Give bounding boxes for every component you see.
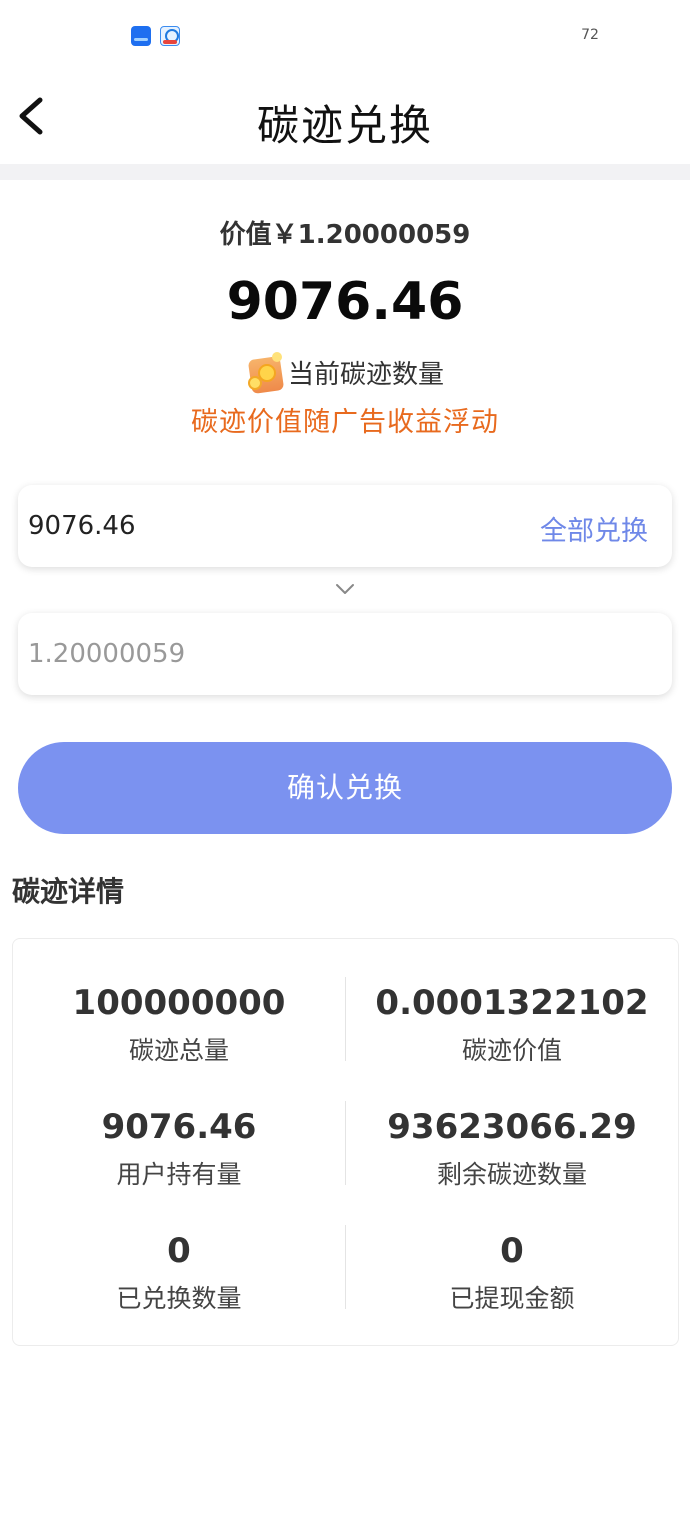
status-bar: 72 bbox=[0, 0, 690, 70]
stat-label: 已提现金额 bbox=[449, 1284, 575, 1313]
stat-exchanged: 0 已兑换数量 bbox=[13, 1231, 345, 1315]
carbon-amount: 9076.46 bbox=[226, 272, 464, 332]
stat-remaining: 93623066.29 剩余碳迹数量 bbox=[346, 1107, 678, 1191]
nav-bar: 碳迹兑换 bbox=[0, 70, 690, 164]
stat-label: 碳迹总量 bbox=[128, 1036, 229, 1065]
exchange-amount-card: 全部兑换 bbox=[18, 485, 672, 567]
exchange-result-field bbox=[28, 613, 508, 695]
stat-value: 0.0001322102 bbox=[375, 983, 649, 1023]
stat-total-supply: 100000000 碳迹总量 bbox=[13, 983, 345, 1067]
exchange-amount-input[interactable] bbox=[28, 485, 508, 567]
search-app-icon bbox=[160, 26, 180, 46]
stat-label: 碳迹价值 bbox=[461, 1036, 562, 1065]
section-divider bbox=[0, 164, 690, 180]
value-line: 价值￥1.20000059 bbox=[219, 220, 471, 250]
stat-value: 100000000 bbox=[72, 983, 286, 1023]
stat-value: 0 bbox=[167, 1231, 191, 1271]
details-card: 100000000 碳迹总量 0.0001322102 碳迹价值 9076.46… bbox=[12, 938, 679, 1346]
stat-value: 93623066.29 bbox=[387, 1107, 637, 1147]
stat-withdrawn: 0 已提现金额 bbox=[346, 1231, 678, 1315]
current-amount-label-row: 当前碳迹数量 bbox=[0, 350, 690, 395]
blue-app-icon bbox=[131, 26, 151, 46]
exchange-result-card bbox=[18, 613, 672, 695]
battery-level: 72 bbox=[581, 27, 599, 43]
stat-label: 已兑换数量 bbox=[116, 1284, 242, 1313]
stat-unit-value: 0.0001322102 碳迹价值 bbox=[346, 983, 678, 1067]
stat-label: 用户持有量 bbox=[116, 1160, 242, 1189]
current-amount-label: 当前碳迹数量 bbox=[287, 359, 444, 390]
stat-user-holding: 9076.46 用户持有量 bbox=[13, 1107, 345, 1191]
page-title: 碳迹兑换 bbox=[256, 101, 433, 150]
fluctuation-note: 碳迹价值随广告收益浮动 bbox=[191, 407, 499, 438]
stat-label: 剩余碳迹数量 bbox=[436, 1160, 587, 1189]
exchange-all-button[interactable]: 全部兑换 bbox=[540, 509, 648, 548]
confirm-exchange-button[interactable]: 确认兑换 bbox=[18, 742, 672, 834]
chevron-down-icon bbox=[336, 584, 354, 594]
stat-value: 0 bbox=[500, 1231, 524, 1271]
details-title: 碳迹详情 bbox=[12, 875, 125, 908]
stat-value: 9076.46 bbox=[101, 1107, 257, 1147]
coin-box-icon bbox=[246, 350, 286, 395]
